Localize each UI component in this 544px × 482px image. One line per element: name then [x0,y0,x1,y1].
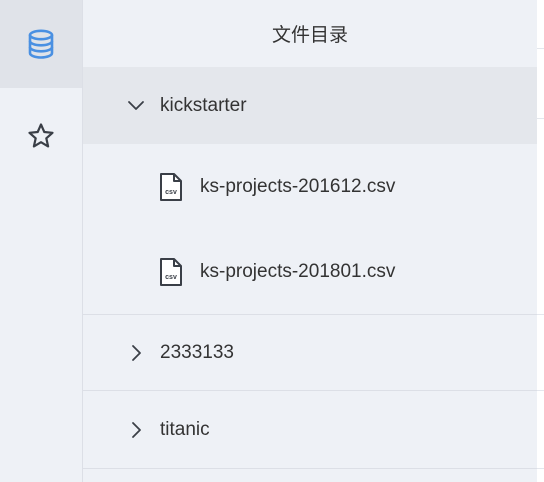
sidebar-item-favorites[interactable] [0,92,82,180]
divider [537,48,544,49]
divider [537,468,544,469]
folder-label: 2333133 [160,341,234,363]
folder-row-2333133[interactable]: 2333133 [83,315,537,390]
file-row[interactable]: csv ks-projects-201612.csv [83,146,537,228]
file-directory-panel: 文件目录 kickstarter csv ks-projects-201612.… [83,0,537,482]
divider [537,314,544,315]
sidebar-rail [0,0,83,482]
csv-file-icon: csv [159,257,183,287]
sidebar-item-database[interactable] [0,0,82,88]
file-label: ks-projects-201612.csv [200,176,396,197]
folder-label: titanic [160,418,210,440]
folder-row-titanic[interactable]: titanic [83,391,537,468]
divider [537,390,544,391]
content-edge [537,0,544,482]
panel-title: 文件目录 [271,24,348,46]
divider [83,468,537,469]
svg-text:csv: csv [165,189,177,196]
divider [537,118,544,119]
database-icon [26,28,56,60]
chevron-right-icon[interactable] [127,344,145,362]
folder-row-kickstarter[interactable]: kickstarter [83,67,537,144]
chevron-down-icon[interactable] [127,97,145,115]
svg-text:csv: csv [165,274,177,281]
file-row[interactable]: csv ks-projects-201801.csv [83,230,537,314]
csv-file-icon: csv [159,172,183,202]
star-icon [27,122,55,150]
chevron-right-icon[interactable] [127,421,145,439]
folder-label: kickstarter [160,94,247,116]
file-label: ks-projects-201801.csv [200,261,396,282]
